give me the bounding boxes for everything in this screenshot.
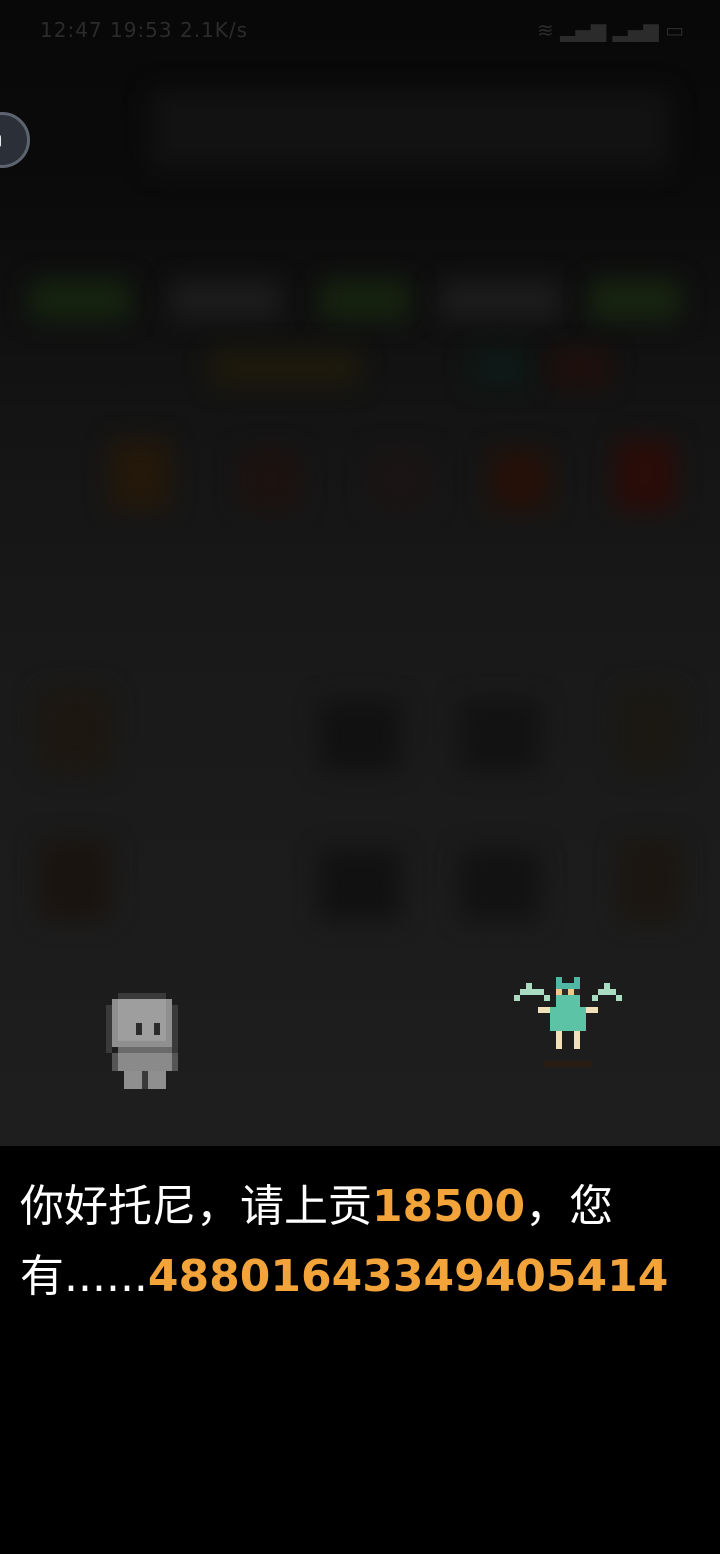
blurred-item [110,440,170,510]
green-fairy-npc-sprite [514,976,622,1068]
blurred-button [440,280,560,320]
blurred-tile [620,690,680,770]
blurred-button [170,280,280,320]
blurred-item [240,450,300,510]
blurred-tile [320,850,400,920]
blurred-label [470,350,530,386]
dialogue-text: 你好托尼，请上贡18500，您有......48801643349405414 [20,1172,700,1312]
blurred-tile [40,840,110,920]
blurred-button [590,280,680,320]
blurred-button [320,280,410,320]
status-time: 12:47 19:53 2.1K/s [40,18,249,42]
blurred-tile [320,700,400,770]
assistant-eye-right [0,135,1,147]
game-screen: 12:47 19:53 2.1K/s ≋ ▂▄▆ ▂▄▆ ▭ 你好托尼，请上贡1… [0,0,720,1554]
status-bar: 12:47 19:53 2.1K/s ≋ ▂▄▆ ▂▄▆ ▭ [0,0,720,60]
blurred-tile [460,850,540,920]
blurred-label [210,350,360,386]
blurred-tile [620,840,680,920]
blurred-item [490,450,550,510]
status-icons: ≋ ▂▄▆ ▂▄▆ ▭ [536,18,684,42]
ghost-player-sprite [106,992,184,1090]
blurred-tile [460,700,540,770]
blurred-item [615,440,675,510]
blurred-tile [40,690,110,770]
blurred-label [550,350,610,386]
blurred-button [30,280,130,320]
dialogue-greeting: 你好托尼，请上贡 [20,1181,372,1232]
owned-amount: 48801643349405414 [147,1251,669,1302]
tribute-amount: 18500 [372,1181,526,1232]
dialogue-box[interactable]: 你好托尼，请上贡18500，您有......48801643349405414 [0,1146,720,1554]
blurred-item [370,450,430,510]
blurred-game-scene [0,0,720,1146]
hud-blur [150,90,670,170]
